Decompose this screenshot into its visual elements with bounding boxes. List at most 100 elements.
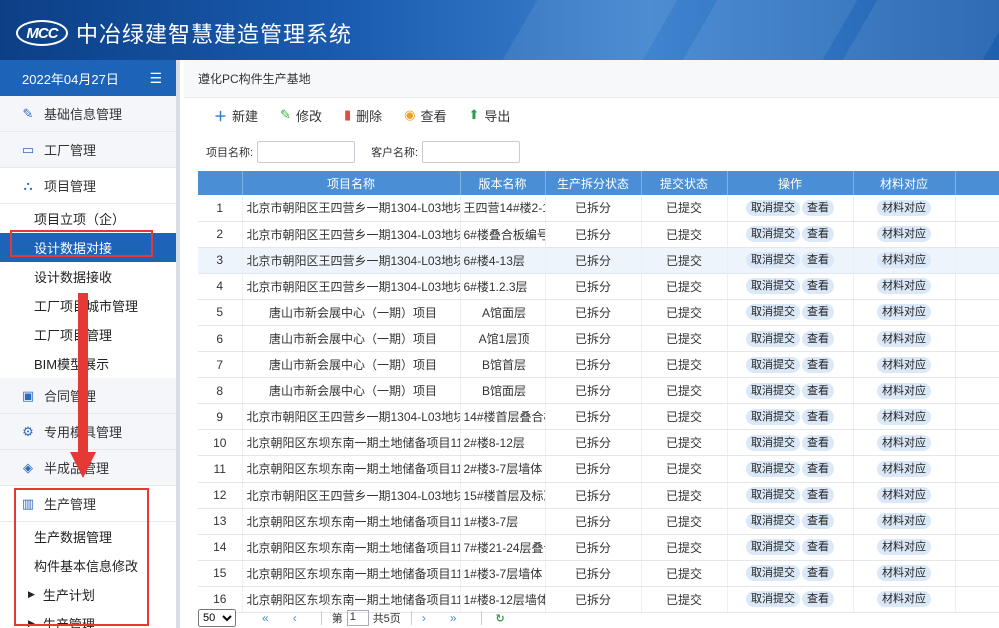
table-row[interactable]: 12北京市朝阳区王四营乡一期1304-L03地块/P15#楼首层及标准已拆分已提… — [198, 482, 999, 509]
view-row-button[interactable]: 查看 — [802, 591, 834, 608]
table-row[interactable]: 1 北京市朝阳区王四营乡一期1304-L03地块/P 王四营14#楼2-1 已拆分 已提… — [198, 195, 999, 222]
sidebar-item-production-manage[interactable]: ▶ 生产管理 — [0, 609, 176, 628]
material-mapping-button[interactable]: 材料对应 — [877, 434, 931, 451]
table-row[interactable]: 9北京市朝阳区王四营乡一期1304-L03地块/P14#楼首层叠合楼已拆分已提交… — [198, 403, 999, 431]
table-row[interactable]: 14北京朝阳区东坝东南一期土地储备项目1104-7#楼21-24层叠合已拆分已提… — [198, 534, 999, 561]
view-row-button[interactable]: 查看 — [802, 278, 834, 295]
table-row[interactable]: 11 北京朝阳区东坝东南一期土地储备项目1104- 2#楼3-7层墙体 已拆分 已提交取… — [198, 455, 999, 483]
material-mapping-button[interactable]: 材料对应 — [877, 226, 931, 243]
material-mapping-button[interactable]: 材料对应 — [877, 565, 931, 582]
cancel-submit-button[interactable]: 取消提交 — [746, 460, 800, 477]
table-row[interactable]: 3 北京市朝阳区王四营乡一期1304-L03地块/P 6#楼4-13层 已拆分 已提交取… — [198, 247, 999, 274]
cancel-submit-button[interactable]: 取消提交 — [746, 199, 800, 216]
table-row[interactable]: 10 北京朝阳区东坝东南一期土地储备项目1104- 2#楼8-12层 已拆分 已提交 取消… — [198, 429, 999, 457]
prev-page-icon[interactable]: ‹ — [293, 611, 297, 625]
edit-button[interactable]: ✎ 修改 — [280, 106, 322, 125]
view-row-button[interactable]: 查看 — [802, 513, 834, 530]
refresh-icon[interactable]: ↻ — [496, 612, 505, 625]
col-header-split-status[interactable]: 生产拆分状态 — [545, 171, 642, 195]
page-size-select[interactable]: 50 — [198, 609, 236, 627]
col-header-submit-status[interactable]: 提交状态 — [641, 171, 728, 195]
material-mapping-button[interactable]: 材料对应 — [877, 513, 931, 530]
col-header-project[interactable]: 项目名称 — [242, 171, 461, 195]
cancel-submit-button[interactable]: 取消提交 — [746, 382, 800, 399]
cancel-submit-button[interactable]: 取消提交 — [746, 408, 800, 425]
sidebar-item-production-plan[interactable]: ▶ 生产计划 — [0, 580, 176, 609]
customer-name-input[interactable] — [422, 141, 521, 163]
material-mapping-button[interactable]: 材料对应 — [877, 539, 931, 556]
view-row-button[interactable]: 查看 — [802, 382, 834, 399]
sidebar-group-mold[interactable]: ⚙ 专用模具管理 — [0, 414, 176, 450]
table-row[interactable]: 5 唐山市新会展中心（一期）项目 A馆面层 已拆分 已提交 取消提交 查看 材料对应 — [198, 299, 999, 326]
sidebar-item-production-data[interactable]: 生产数据管理 — [0, 522, 176, 551]
material-mapping-button[interactable]: 材料对应 — [877, 356, 931, 373]
page-number-input[interactable]: 1 — [346, 610, 369, 626]
sidebar-item-design-data-receive[interactable]: 设计数据接收 — [0, 262, 176, 291]
material-mapping-button[interactable]: 材料对应 — [877, 199, 931, 216]
add-button[interactable]: ＋ 新建 — [214, 106, 258, 125]
view-row-button[interactable]: 查看 — [802, 252, 834, 269]
sidebar-group-production[interactable]: ▥ 生产管理 — [0, 486, 176, 522]
sidebar-group-contract[interactable]: ▣ 合同管理 — [0, 378, 176, 414]
export-button[interactable]: ⬆ 导出 — [468, 106, 510, 125]
next-page-icon[interactable]: › — [422, 611, 426, 625]
table-row[interactable]: 2 北京市朝阳区王四营乡一期1304-L03地块/P 6#楼叠合板编号 已拆分 已提交取… — [198, 221, 999, 248]
sidebar-group-basic-info[interactable]: ✎ 基础信息管理 — [0, 96, 176, 132]
material-mapping-button[interactable]: 材料对应 — [877, 382, 931, 399]
sidebar-item-component-info-edit[interactable]: 构件基本信息修改 — [0, 551, 176, 580]
view-row-button[interactable]: 查看 — [802, 539, 834, 556]
project-name-input[interactable] — [257, 141, 356, 163]
material-mapping-button[interactable]: 材料对应 — [877, 460, 931, 477]
cancel-submit-button[interactable]: 取消提交 — [746, 434, 800, 451]
view-button[interactable]: ◉ 查看 — [404, 106, 446, 125]
cancel-submit-button[interactable]: 取消提交 — [746, 487, 800, 504]
sidebar-item-factory-project[interactable]: 工厂项目管理 — [0, 320, 176, 349]
collapse-menu-icon[interactable]: ☰ — [149, 70, 162, 87]
material-mapping-button[interactable]: 材料对应 — [877, 591, 931, 608]
view-row-button[interactable]: 查看 — [802, 487, 834, 504]
material-mapping-button[interactable]: 材料对应 — [877, 330, 931, 347]
sidebar-item-factory-city[interactable]: 工厂项目城市管理 — [0, 291, 176, 320]
sidebar-group-project[interactable]: ⛬ 项目管理 — [0, 168, 176, 204]
material-mapping-button[interactable]: 材料对应 — [877, 278, 931, 295]
sidebar-item-design-data-docking[interactable]: 设计数据对接 — [0, 233, 176, 262]
cancel-submit-button[interactable]: 取消提交 — [746, 330, 800, 347]
view-row-button[interactable]: 查看 — [802, 408, 834, 425]
cancel-submit-button[interactable]: 取消提交 — [746, 252, 800, 269]
material-mapping-button[interactable]: 材料对应 — [877, 252, 931, 269]
table-row[interactable]: 8 唐山市新会展中心（一期）项目 B馆面层 已拆分 已提交 取消提交 查看 材料对应 — [198, 377, 999, 405]
view-row-button[interactable]: 查看 — [802, 356, 834, 373]
cancel-submit-button[interactable]: 取消提交 — [746, 278, 800, 295]
view-row-button[interactable]: 查看 — [802, 460, 834, 477]
col-header-version[interactable]: 版本名称 — [460, 171, 546, 195]
table-row[interactable]: 6 唐山市新会展中心（一期）项目 A馆1层顶 已拆分 已提交 取消提交 查看 材料对应 — [198, 325, 999, 353]
table-row[interactable]: 7 唐山市新会展中心（一期）项目 B馆首层 已拆分 已提交 取消提交 查看 材料对应 — [198, 351, 999, 379]
cancel-submit-button[interactable]: 取消提交 — [746, 591, 800, 608]
cancel-submit-button[interactable]: 取消提交 — [746, 304, 800, 321]
cancel-submit-button[interactable]: 取消提交 — [746, 513, 800, 530]
sidebar-item-bim-model[interactable]: BIM模型展示 — [0, 349, 176, 378]
cancel-submit-button[interactable]: 取消提交 — [746, 226, 800, 243]
delete-button[interactable]: ▮ 删除 — [344, 106, 382, 125]
cancel-submit-button[interactable]: 取消提交 — [746, 356, 800, 373]
view-row-button[interactable]: 查看 — [802, 565, 834, 582]
view-row-button[interactable]: 查看 — [802, 434, 834, 451]
table-row[interactable]: 15 北京朝阳区东坝东南一期土地储备项目1104- 1#楼3-7层墙体 已拆分 已提交取… — [198, 560, 999, 587]
material-mapping-button[interactable]: 材料对应 — [877, 408, 931, 425]
table-row[interactable]: 4 北京市朝阳区王四营乡一期1304-L03地块/P 6#楼1.2.3层 已拆分 已提交… — [198, 273, 999, 300]
last-page-icon[interactable]: » — [450, 611, 457, 625]
sidebar-item-project-setup[interactable]: 项目立项（企） — [0, 204, 176, 233]
row-version-name: A馆面层 — [460, 299, 546, 326]
sidebar-group-factory[interactable]: ▭ 工厂管理 — [0, 132, 176, 168]
view-row-button[interactable]: 查看 — [802, 199, 834, 216]
row-material: 材料对应 — [853, 299, 956, 326]
cancel-submit-button[interactable]: 取消提交 — [746, 539, 800, 556]
table-row[interactable]: 13 北京朝阳区东坝东南一期土地储备项目1104- 1#楼3-7层 已拆分 已提交 取消提… — [198, 508, 999, 535]
cancel-submit-button[interactable]: 取消提交 — [746, 565, 800, 582]
view-row-button[interactable]: 查看 — [802, 330, 834, 347]
material-mapping-button[interactable]: 材料对应 — [877, 304, 931, 321]
view-row-button[interactable]: 查看 — [802, 304, 834, 321]
first-page-icon[interactable]: « — [262, 611, 269, 625]
view-row-button[interactable]: 查看 — [802, 226, 834, 243]
material-mapping-button[interactable]: 材料对应 — [877, 487, 931, 504]
